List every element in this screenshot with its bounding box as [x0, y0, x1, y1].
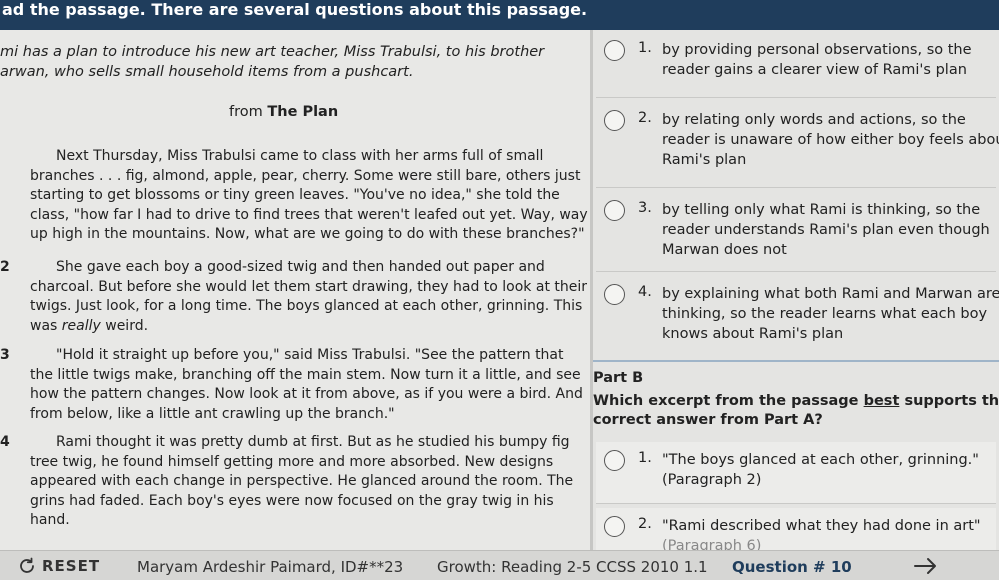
paragraph-line: charcoal. But before she would let them …	[30, 278, 588, 295]
paragraph-line: She gave each boy a good-sized twig and …	[56, 259, 545, 275]
question-number: Question # 10	[732, 558, 852, 576]
answer-panel: 1. by providing personal observations, s…	[593, 30, 999, 550]
option-line: Marwan does not	[662, 242, 787, 258]
paragraph-line: grins had faded. Each boy's eyes were no…	[30, 492, 554, 509]
radio-button[interactable]	[604, 110, 625, 131]
option-number: 2.	[638, 516, 652, 532]
option-line: reader gains a clearer view of Rami's pl…	[662, 62, 967, 78]
paragraph-number: 3	[0, 347, 10, 363]
option-text: "The boys glanced at each other, grinnin…	[662, 450, 999, 490]
paragraph-line: appeared with each change in perspective…	[30, 473, 574, 489]
radio-button[interactable]	[604, 516, 625, 537]
radio-button[interactable]	[604, 284, 625, 305]
paragraph-3: 3 "Hold it straight up before you," said…	[0, 346, 585, 424]
part-a-option-1[interactable]: 1. by providing personal observations, s…	[596, 32, 996, 98]
paragraph-1: Next Thursday, Miss Trabulsi came to cla…	[30, 147, 588, 245]
option-line: "The boys glanced at each other, grinnin…	[662, 452, 979, 468]
intro-line: arwan, who sells small household items f…	[0, 64, 414, 80]
radio-button[interactable]	[604, 450, 625, 471]
option-line: thinking, so the reader learns what each…	[662, 306, 988, 322]
option-number: 2.	[638, 110, 652, 126]
paragraph-number: 4	[0, 434, 10, 450]
option-number: 1.	[638, 40, 652, 56]
option-line: by explaining what both Rami and Marwan …	[662, 286, 999, 302]
part-b-option-1[interactable]: 1. "The boys glanced at each other, grin…	[596, 442, 996, 504]
paragraph-line: Rami thought it was pretty dumb at first…	[56, 434, 570, 450]
part-b-label: Part B	[593, 370, 644, 386]
option-line: reader is unaware of how either boy feel…	[662, 132, 999, 148]
part-b-option-2[interactable]: 2. "Rami described what they had done in…	[596, 508, 996, 550]
instruction-bar: ad the passage. There are several questi…	[0, 0, 999, 30]
source-prefix: from	[229, 104, 263, 120]
paragraph-line: starting to get blossoms or tiny green l…	[30, 187, 560, 203]
option-number: 3.	[638, 200, 652, 216]
option-line: reader understands Rami's plan even thou…	[662, 222, 990, 238]
option-line: knows about Rami's plan	[662, 326, 844, 342]
part-a-option-2[interactable]: 2. by relating only words and actions, s…	[596, 102, 999, 188]
arrow-right-icon[interactable]	[913, 555, 939, 577]
passage-source: from The Plan	[229, 104, 338, 120]
question-line: correct answer from Part A?	[593, 412, 823, 428]
option-number: 1.	[638, 450, 652, 466]
passage-intro: mi has a plan to introduce his new art t…	[0, 42, 585, 82]
paragraph-line: Next Thursday, Miss Trabulsi came to cla…	[56, 148, 544, 164]
footer-bar: RESET Maryam Ardeshir Paimard, ID#**23 G…	[0, 550, 999, 580]
radio-button[interactable]	[604, 40, 625, 61]
reset-button[interactable]: RESET	[18, 557, 100, 575]
paragraph-line: was really weird.	[30, 317, 149, 334]
option-line: (Paragraph 6)	[662, 538, 762, 550]
part-b-question: Which excerpt from the passage best supp…	[593, 392, 999, 430]
student-info: Maryam Ardeshir Paimard, ID#**23	[137, 558, 404, 576]
paragraph-line: up high in the mountains. Now, what are …	[30, 226, 585, 242]
option-text: by relating only words and actions, so t…	[662, 110, 999, 170]
option-text: by telling only what Rami is thinking, s…	[662, 200, 999, 260]
paragraph-number: 2	[0, 259, 10, 275]
passage-title: The Plan	[267, 104, 339, 120]
paragraph-line: branches . . . fig, almond, apple, pear,…	[30, 167, 581, 184]
question-lead: Which excerpt from the passage	[593, 393, 859, 409]
question-tail: supports the	[904, 393, 999, 409]
option-line: by providing personal observations, so t…	[662, 42, 972, 58]
option-line: by telling only what Rami is thinking, s…	[662, 202, 981, 218]
paragraph-line: how the pattern changes. Now look at it …	[30, 386, 583, 402]
paragraph-line: from below, like a little ant crawling u…	[30, 405, 395, 422]
question-line: Which excerpt from the passage best supp…	[593, 392, 999, 411]
option-text: by providing personal observations, so t…	[662, 40, 999, 80]
refresh-icon	[20, 557, 34, 573]
paragraph-line: class, "how far I had to drive to find t…	[30, 206, 588, 223]
option-line: Rami's plan	[662, 152, 747, 168]
option-number: 4.	[638, 284, 652, 300]
instruction-text: ad the passage. There are several questi…	[2, 0, 588, 19]
question-emphasis: best	[863, 393, 900, 409]
intro-line: mi has a plan to introduce his new art t…	[0, 44, 545, 60]
part-a-option-4[interactable]: 4. by explaining what both Rami and Marw…	[596, 276, 999, 356]
option-line: (Paragraph 2)	[662, 472, 762, 488]
paragraph-line: twigs. Just look, for a long time. The b…	[30, 298, 583, 314]
option-line: by relating only words and actions, so t…	[662, 112, 966, 128]
paragraph-line: hand.	[30, 512, 70, 528]
paragraph-line: "Hold it straight up before you," said M…	[56, 347, 564, 363]
paragraph-line: the little twigs make, branching off the…	[30, 366, 581, 383]
paragraph-line: tree twig, he found himself getting more…	[30, 453, 554, 470]
part-a-option-3[interactable]: 3. by telling only what Rami is thinking…	[596, 192, 996, 272]
option-line: "Rami described what they had done in ar…	[662, 518, 981, 534]
passage-panel: mi has a plan to introduce his new art t…	[0, 30, 590, 550]
section-rule	[593, 360, 999, 362]
paragraph-2: 2 She gave each boy a good-sized twig an…	[0, 258, 588, 336]
growth-info: Growth: Reading 2-5 CCSS 2010 1.1	[437, 558, 708, 576]
reset-label: RESET	[42, 557, 101, 575]
option-text: "Rami described what they had done in ar…	[662, 516, 999, 550]
option-text: by explaining what both Rami and Marwan …	[662, 284, 999, 344]
radio-button[interactable]	[604, 200, 625, 221]
paragraph-4: 4 Rami thought it was pretty dumb at fir…	[0, 433, 585, 531]
